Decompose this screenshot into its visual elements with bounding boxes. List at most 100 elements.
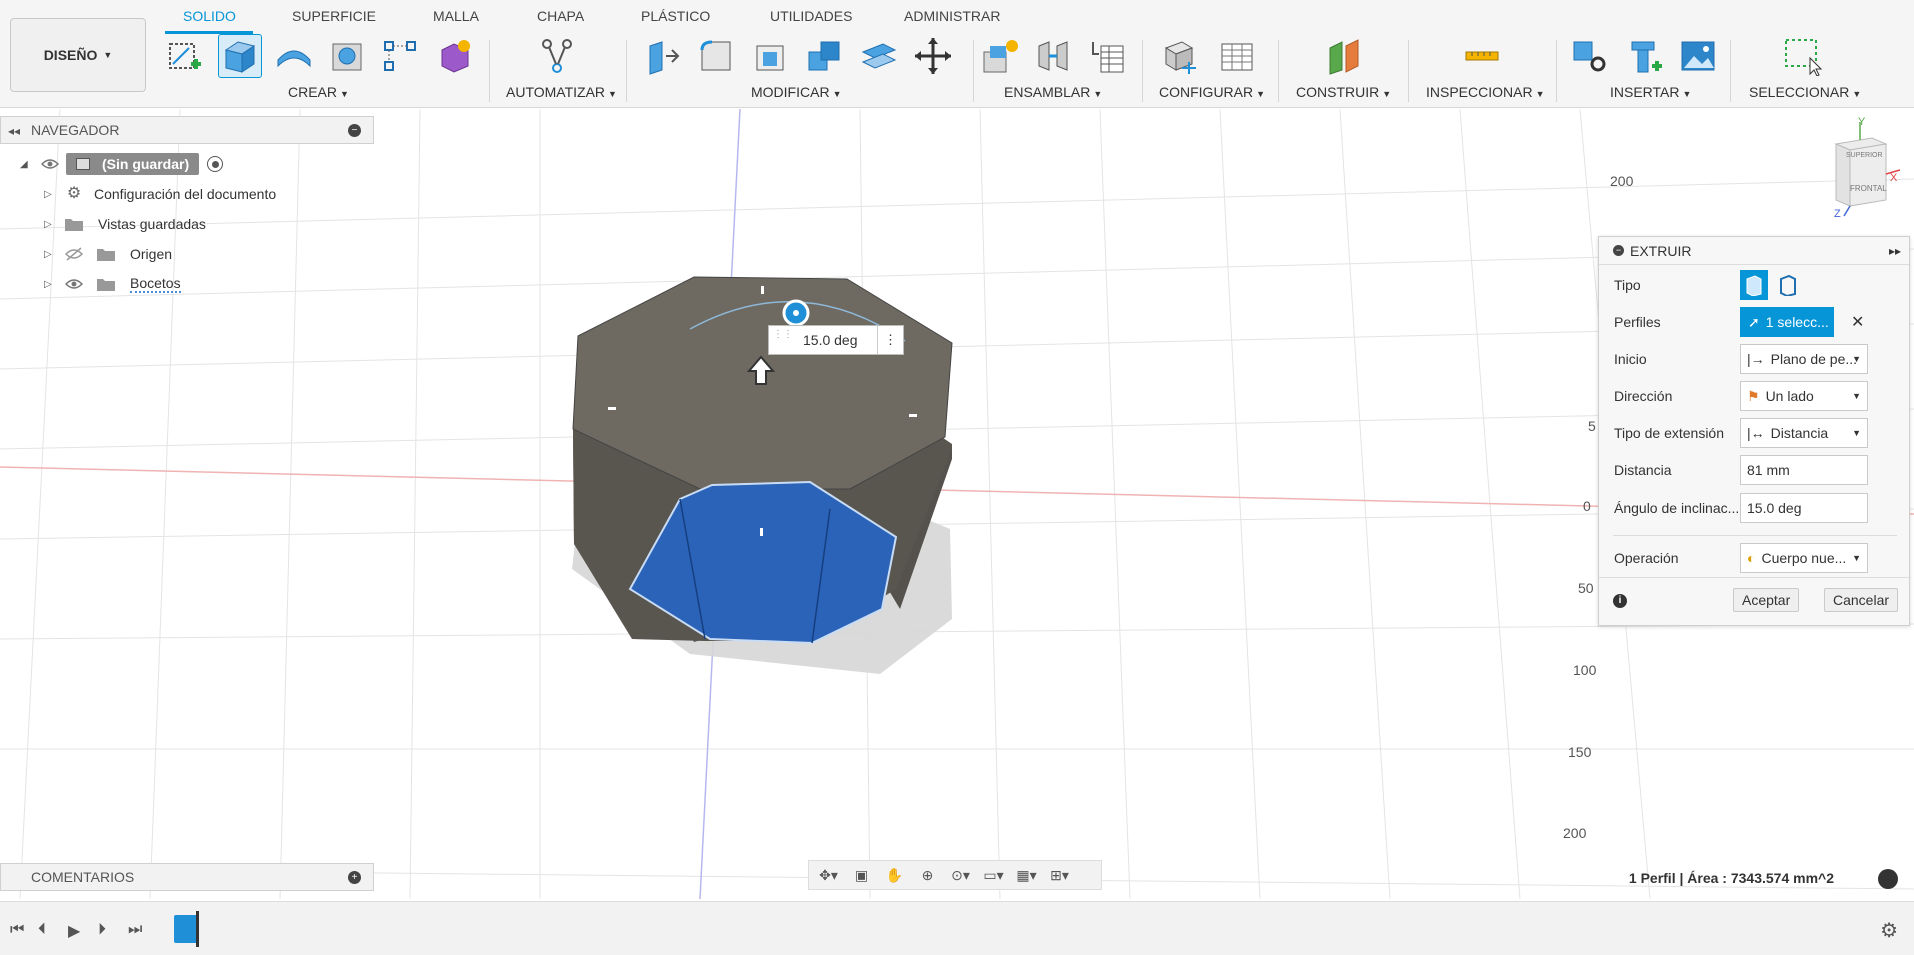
edge-handle[interactable] bbox=[761, 286, 764, 294]
root-component-label[interactable]: (Sin guardar) bbox=[66, 153, 200, 175]
tab-solido[interactable]: SOLIDO bbox=[183, 8, 236, 24]
grid-settings-icon[interactable]: ▦▾ bbox=[1013, 867, 1040, 884]
zoom-icon[interactable]: ⊕ bbox=[914, 867, 941, 884]
account-status-icon[interactable] bbox=[1878, 869, 1898, 889]
group-automatizar[interactable]: AUTOMATIZAR ▼ bbox=[506, 84, 617, 100]
pattern-icon[interactable] bbox=[378, 34, 422, 78]
activate-radio-icon[interactable] bbox=[207, 156, 224, 172]
browser-root[interactable]: ◢ (Sin guardar) bbox=[20, 151, 224, 177]
step-back-icon[interactable]: ⏴ bbox=[38, 921, 46, 939]
tab-malla[interactable]: MALLA bbox=[433, 8, 479, 24]
type-thin-icon[interactable] bbox=[1774, 270, 1802, 300]
insert-derive-icon[interactable] bbox=[1568, 34, 1612, 78]
edge-handle[interactable] bbox=[909, 414, 917, 417]
browser-panel-header[interactable]: ◂◂ NAVEGADOR − bbox=[0, 116, 374, 144]
distancia-input[interactable]: 81 mm bbox=[1740, 455, 1868, 485]
step-forward-icon[interactable]: ⏵ bbox=[98, 921, 106, 939]
joint-icon[interactable] bbox=[1031, 34, 1075, 78]
tab-utilidades[interactable]: UTILIDADES bbox=[770, 8, 852, 24]
extrude-icon[interactable] bbox=[218, 34, 262, 78]
operacion-select[interactable]: ◐ Cuerpo nue... ▼ bbox=[1740, 543, 1868, 573]
collapse-panel-icon[interactable]: ◂◂ bbox=[8, 124, 20, 138]
viewcube[interactable]: SUPERIOR FRONTAL Y X Z bbox=[1820, 116, 1901, 220]
display-settings-icon[interactable]: ▭▾ bbox=[980, 867, 1007, 884]
revolve-icon[interactable] bbox=[272, 34, 316, 78]
group-construir[interactable]: CONSTRUIR ▼ bbox=[1296, 84, 1391, 100]
press-pull-icon[interactable] bbox=[640, 34, 684, 78]
collapse-triangle-icon[interactable]: ◢ bbox=[20, 159, 34, 170]
move-icon[interactable] bbox=[911, 34, 955, 78]
go-to-start-icon[interactable]: ⏮ bbox=[10, 921, 24, 939]
cancel-button[interactable]: Cancelar bbox=[1824, 588, 1899, 612]
offset-face-icon[interactable] bbox=[857, 34, 901, 78]
configure-table-icon[interactable] bbox=[1214, 34, 1258, 78]
browser-item-document-settings[interactable]: ▷ ⚙ Configuración del documento bbox=[44, 181, 276, 207]
clear-selection-icon[interactable]: ✕ bbox=[1851, 312, 1864, 332]
group-crear[interactable]: CREAR ▼ bbox=[288, 84, 349, 100]
automate-icon[interactable] bbox=[535, 34, 579, 78]
expand-triangle-icon[interactable]: ▷ bbox=[44, 189, 58, 200]
direccion-select[interactable]: ⚑ Un lado ▼ bbox=[1740, 381, 1868, 411]
group-modificar[interactable]: MODIFICAR ▼ bbox=[751, 84, 841, 100]
group-ensamblar[interactable]: ENSAMBLAR ▼ bbox=[1004, 84, 1102, 100]
shell-icon[interactable] bbox=[749, 34, 793, 78]
inline-input-value[interactable]: 15.0 deg bbox=[803, 332, 858, 348]
expand-triangle-icon[interactable]: ▷ bbox=[44, 219, 58, 230]
go-to-end-icon[interactable]: ⏭ bbox=[128, 921, 142, 939]
orbit-icon[interactable]: ✥▾ bbox=[815, 867, 842, 884]
tab-administrar[interactable]: ADMINISTRAR bbox=[904, 8, 1000, 24]
gear-icon[interactable]: ⚙ bbox=[1880, 918, 1898, 943]
edge-handle[interactable] bbox=[760, 528, 763, 536]
create-form-icon[interactable] bbox=[432, 34, 476, 78]
minimize-icon[interactable]: − bbox=[348, 124, 361, 137]
drag-grip-icon[interactable]: ⋮⋮ bbox=[773, 330, 793, 340]
extrude-dialog-header[interactable]: − EXTRUIR ▸▸ bbox=[1599, 237, 1909, 265]
fit-zoom-icon[interactable]: ⊙▾ bbox=[947, 867, 974, 884]
tipo-extension-select[interactable]: |↔ Distancia ▼ bbox=[1740, 418, 1868, 448]
group-seleccionar[interactable]: SELECCIONAR ▼ bbox=[1749, 84, 1861, 100]
browser-item-saved-views[interactable]: ▷ Vistas guardadas bbox=[44, 211, 206, 237]
tab-plastico[interactable]: PLÁSTICO bbox=[641, 8, 710, 24]
pan-hand-icon[interactable]: ✋ bbox=[881, 867, 908, 884]
tab-superficie[interactable]: SUPERFICIE bbox=[292, 8, 376, 24]
ok-button[interactable]: Aceptar bbox=[1733, 588, 1800, 612]
create-sketch-icon[interactable] bbox=[163, 34, 207, 78]
insert-mcmaster-icon[interactable] bbox=[1622, 34, 1666, 78]
type-solid-icon[interactable] bbox=[1740, 270, 1768, 300]
collapse-dialog-icon[interactable]: − bbox=[1613, 245, 1624, 256]
hole-icon[interactable] bbox=[325, 34, 369, 78]
measure-icon[interactable] bbox=[1460, 34, 1504, 78]
more-options-icon[interactable]: ⋮ bbox=[877, 326, 903, 354]
angulo-input[interactable]: 15.0 deg bbox=[1740, 493, 1868, 523]
workspace-switcher[interactable]: DISEÑO ▼ bbox=[10, 18, 146, 92]
browser-item-sketches[interactable]: ▷ Bocetos bbox=[44, 271, 181, 297]
inicio-select[interactable]: |→ Plano de pe... ▼ bbox=[1740, 344, 1868, 374]
group-insertar[interactable]: INSERTAR ▼ bbox=[1610, 84, 1691, 100]
comments-panel-header[interactable]: COMENTARIOS + bbox=[0, 863, 374, 891]
select-box-icon[interactable] bbox=[1780, 34, 1824, 78]
expand-dialog-icon[interactable]: ▸▸ bbox=[1889, 244, 1901, 258]
edge-handle[interactable] bbox=[608, 407, 616, 410]
viewcube-top-label[interactable]: SUPERIOR bbox=[1846, 152, 1883, 159]
eye-icon[interactable] bbox=[64, 276, 84, 292]
timeline-feature-sketch[interactable] bbox=[174, 915, 198, 943]
combine-icon[interactable] bbox=[803, 34, 847, 78]
group-inspeccionar[interactable]: INSPECCIONAR ▼ bbox=[1426, 84, 1545, 100]
look-at-icon[interactable]: ▣ bbox=[848, 867, 875, 884]
construct-plane-icon[interactable] bbox=[1322, 34, 1366, 78]
add-comment-icon[interactable]: + bbox=[348, 871, 361, 884]
browser-item-origin[interactable]: ▷ Origen bbox=[44, 241, 172, 267]
new-component-icon[interactable] bbox=[978, 34, 1022, 78]
viewports-icon[interactable]: ⊞▾ bbox=[1046, 867, 1073, 884]
eye-icon[interactable] bbox=[40, 156, 60, 172]
expand-triangle-icon[interactable]: ▷ bbox=[44, 279, 58, 290]
eye-hidden-icon[interactable] bbox=[64, 246, 84, 262]
draft-angle-inline-input[interactable]: ⋮⋮ 15.0 deg ⋮ bbox=[768, 325, 904, 355]
tab-chapa[interactable]: CHAPA bbox=[537, 8, 584, 24]
timeline-marker-handle[interactable] bbox=[196, 911, 199, 947]
insert-canvas-icon[interactable] bbox=[1676, 34, 1720, 78]
fillet-icon[interactable] bbox=[694, 34, 738, 78]
play-icon[interactable]: ▶ bbox=[68, 921, 80, 941]
group-configurar[interactable]: CONFIGURAR ▼ bbox=[1159, 84, 1265, 100]
expand-triangle-icon[interactable]: ▷ bbox=[44, 249, 58, 260]
